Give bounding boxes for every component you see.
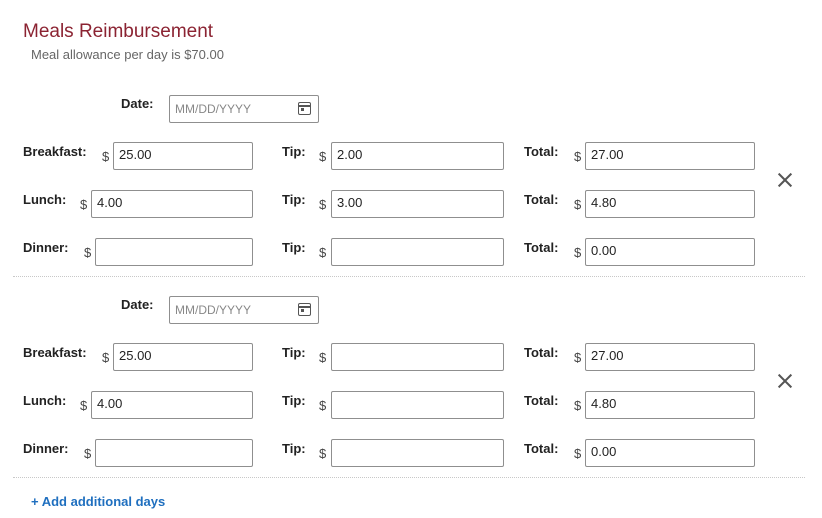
lunch-total-input[interactable]: 4.80: [585, 391, 755, 419]
currency-symbol: $: [319, 350, 327, 365]
tip-label: Tip:: [282, 144, 306, 159]
currency-symbol: $: [574, 350, 582, 365]
currency-symbol: $: [319, 245, 327, 260]
breakfast-total-input[interactable]: 27.00: [585, 142, 755, 170]
dinner-amount-input[interactable]: [95, 238, 253, 266]
dinner-label: Dinner:: [23, 240, 69, 255]
currency-symbol: $: [574, 398, 582, 413]
close-icon[interactable]: [776, 171, 794, 189]
dinner-amount-input[interactable]: [95, 439, 253, 467]
currency-symbol: $: [319, 149, 327, 164]
dinner-tip-input[interactable]: [331, 238, 504, 266]
dinner-tip-input[interactable]: [331, 439, 504, 467]
currency-symbol: $: [574, 149, 582, 164]
dinner-label: Dinner:: [23, 441, 69, 456]
currency-symbol: $: [319, 197, 327, 212]
date-input[interactable]: MM/DD/YYYY: [169, 296, 319, 324]
page-title: Meals Reimbursement: [23, 21, 214, 42]
currency-symbol: $: [102, 350, 110, 365]
total-label: Total:: [524, 345, 559, 360]
close-icon[interactable]: [776, 372, 794, 390]
lunch-tip-input[interactable]: 3.00: [331, 190, 504, 218]
day-entry: Date: MM/DD/YYYY Breakfast: $ 25.00 Tip:…: [0, 93, 822, 293]
breakfast-label: Breakfast:: [23, 144, 87, 159]
breakfast-tip-input[interactable]: 2.00: [331, 142, 504, 170]
tip-label: Tip:: [282, 393, 306, 408]
lunch-label: Lunch:: [23, 192, 67, 207]
currency-symbol: $: [319, 446, 327, 461]
currency-symbol: $: [84, 446, 92, 461]
day-entry: Date: MM/DD/YYYY Breakfast: $ 25.00 Tip:…: [0, 294, 822, 494]
add-days-link[interactable]: + Add additional days: [31, 494, 165, 509]
total-label: Total:: [524, 240, 559, 255]
currency-symbol: $: [80, 398, 88, 413]
breakfast-label: Breakfast:: [23, 345, 87, 360]
date-label: Date:: [121, 297, 154, 312]
calendar-icon[interactable]: [298, 102, 311, 115]
tip-label: Tip:: [282, 345, 306, 360]
date-placeholder: MM/DD/YYYY: [175, 303, 252, 317]
lunch-amount-input[interactable]: 4.00: [91, 190, 253, 218]
dinner-total-input[interactable]: 0.00: [585, 439, 755, 467]
allowance-note: Meal allowance per day is $70.00: [31, 47, 224, 62]
currency-symbol: $: [319, 398, 327, 413]
currency-symbol: $: [574, 245, 582, 260]
breakfast-total-input[interactable]: 27.00: [585, 343, 755, 371]
currency-symbol: $: [102, 149, 110, 164]
date-label: Date:: [121, 96, 154, 111]
date-placeholder: MM/DD/YYYY: [175, 102, 252, 116]
dinner-total-input[interactable]: 0.00: [585, 238, 755, 266]
calendar-icon[interactable]: [298, 303, 311, 316]
total-label: Total:: [524, 441, 559, 456]
lunch-tip-input[interactable]: [331, 391, 504, 419]
breakfast-tip-input[interactable]: [331, 343, 504, 371]
lunch-amount-input[interactable]: 4.00: [91, 391, 253, 419]
currency-symbol: $: [574, 446, 582, 461]
lunch-total-input[interactable]: 4.80: [585, 190, 755, 218]
divider: [13, 477, 805, 478]
tip-label: Tip:: [282, 192, 306, 207]
divider: [13, 276, 805, 277]
total-label: Total:: [524, 144, 559, 159]
tip-label: Tip:: [282, 441, 306, 456]
currency-symbol: $: [84, 245, 92, 260]
date-input[interactable]: MM/DD/YYYY: [169, 95, 319, 123]
breakfast-amount-input[interactable]: 25.00: [113, 343, 253, 371]
currency-symbol: $: [574, 197, 582, 212]
currency-symbol: $: [80, 197, 88, 212]
lunch-label: Lunch:: [23, 393, 67, 408]
total-label: Total:: [524, 393, 559, 408]
tip-label: Tip:: [282, 240, 306, 255]
breakfast-amount-input[interactable]: 25.00: [113, 142, 253, 170]
total-label: Total:: [524, 192, 559, 207]
